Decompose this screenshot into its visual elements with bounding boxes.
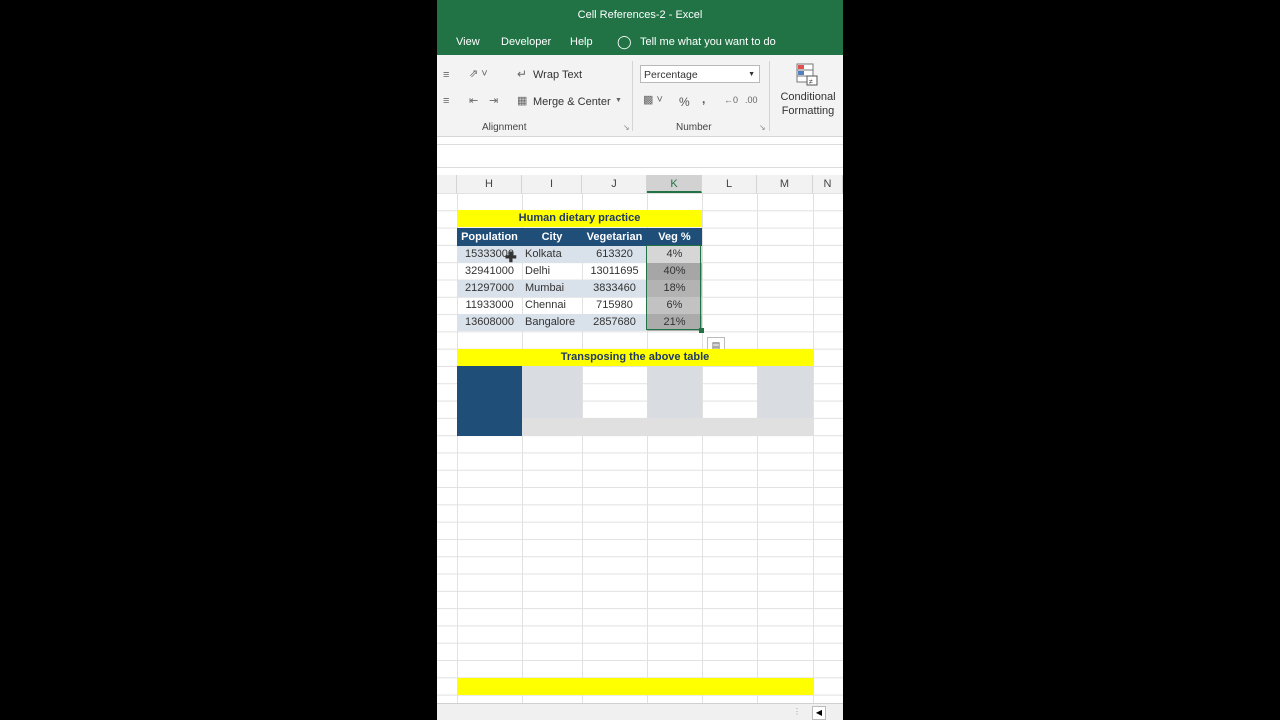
sheet-scrollbar[interactable]: ⋮ ◀ [437,703,843,720]
corner-gap [437,175,457,193]
dialog-launcher-icon[interactable]: ↘ [623,123,630,132]
decrease-decimal-icon[interactable]: .00 [745,95,758,105]
cell-vegetarian[interactable]: 715980 [582,297,647,314]
number-format-select[interactable]: Percentage ▼ [640,65,760,83]
merge-center-icon[interactable]: ▦ [517,94,527,107]
cell-veg-pct[interactable]: 4% [647,246,702,263]
wrap-text-icon[interactable]: ↵ [517,67,527,81]
chevron-down-icon: ▼ [748,71,755,78]
number-format-value: Percentage [644,69,698,81]
scroll-left-button[interactable]: ◀ [812,706,826,720]
align-left-icon[interactable]: ≡ [443,69,449,81]
ribbon: ≡ ⇗ ˅ ↵ Wrap Text ≡ ⇤ ⇥ ▦ Merge & Center… [437,55,843,137]
menu-developer[interactable]: Developer [501,36,551,48]
cell-veg-pct[interactable]: 21% [647,314,702,331]
cell-city[interactable]: Bangalore [522,314,582,331]
scroll-dots: ⋮ [793,707,801,716]
increase-decimal-icon[interactable]: ←0 [724,95,738,105]
fill-handle[interactable] [699,328,704,333]
bottom-highlight-band[interactable] [457,678,813,695]
move-cursor-icon: ✚ [505,249,517,265]
column-header-k[interactable]: K [647,175,702,193]
menu-bar: View Developer Help ◯ Tell me what you w… [437,30,843,55]
header-population[interactable]: Population [457,228,522,246]
excel-window: Cell References-2 - Excel View Developer… [437,0,843,720]
conditional-formatting-icon[interactable]: ≠ [795,62,819,86]
conditional-formatting-button[interactable]: Conditional [778,91,838,103]
cell-veg-pct[interactable]: 18% [647,280,702,297]
tell-me-search[interactable]: Tell me what you want to do [640,36,776,48]
orientation-icon[interactable]: ⇗ ˅ [469,67,488,80]
header-veg-pct[interactable]: Veg % [647,228,702,246]
header-city[interactable]: City [522,228,582,246]
conditional-formatting-button-line2[interactable]: Formatting [778,105,838,117]
formula-bar[interactable] [437,144,843,168]
chevron-down-icon[interactable]: ▼ [615,97,622,104]
column-headers: HIJKLMN [437,175,843,194]
group-separator [769,61,770,131]
column-header-j[interactable]: J [582,175,647,193]
align-justify-icon[interactable]: ≡ [443,95,449,107]
window-title: Cell References-2 - Excel [577,9,703,21]
cell-population[interactable]: 11933000 [457,297,522,314]
dialog-launcher-icon[interactable]: ↘ [759,123,766,132]
cell-city[interactable]: Kolkata [522,246,582,263]
lightbulb-icon: ◯ [617,34,632,49]
transpose-cell-block[interactable] [647,366,702,418]
cell-vegetarian[interactable]: 613320 [582,246,647,263]
column-header-n[interactable]: N [813,175,843,193]
cell-city[interactable]: Mumbai [522,280,582,297]
cell-vegetarian[interactable]: 3833460 [582,280,647,297]
menu-view[interactable]: View [456,36,480,48]
column-header-i[interactable]: I [522,175,582,193]
menu-help[interactable]: Help [570,36,593,48]
number-group-label: Number [676,122,712,133]
comma-style-button[interactable]: , [702,92,705,106]
decrease-indent-icon[interactable]: ⇤ [469,94,478,107]
merge-center-button[interactable]: Merge & Center [533,96,611,108]
transpose-cell-block[interactable] [757,366,813,418]
title-bar: Cell References-2 - Excel [437,0,843,30]
cell-population[interactable]: 13608000 [457,314,522,331]
cell-vegetarian[interactable]: 2857680 [582,314,647,331]
accounting-format-icon[interactable]: ▩ ˅ [643,93,663,106]
cell-veg-pct[interactable]: 40% [647,263,702,280]
column-header-l[interactable]: L [702,175,757,193]
percent-style-button[interactable]: % [679,95,690,109]
cell-veg-pct[interactable]: 6% [647,297,702,314]
wrap-text-button[interactable]: Wrap Text [533,69,582,81]
table-title[interactable]: Human dietary practice [457,210,702,227]
transpose-cell-block[interactable] [522,366,582,418]
increase-indent-icon[interactable]: ⇥ [489,94,498,107]
cell-vegetarian[interactable]: 13011695 [582,263,647,280]
cell-city[interactable]: Delhi [522,263,582,280]
column-header-h[interactable]: H [457,175,522,193]
cell-city[interactable]: Chennai [522,297,582,314]
transpose-header-block[interactable] [457,366,522,436]
header-vegetarian[interactable]: Vegetarian [582,228,647,246]
alignment-group-label: Alignment [482,122,527,133]
group-separator [632,61,633,131]
cell-population[interactable]: 21297000 [457,280,522,297]
svg-text:≠: ≠ [809,79,813,86]
transpose-row-block[interactable] [522,418,813,436]
transpose-title[interactable]: Transposing the above table [457,349,813,366]
column-header-m[interactable]: M [757,175,813,193]
